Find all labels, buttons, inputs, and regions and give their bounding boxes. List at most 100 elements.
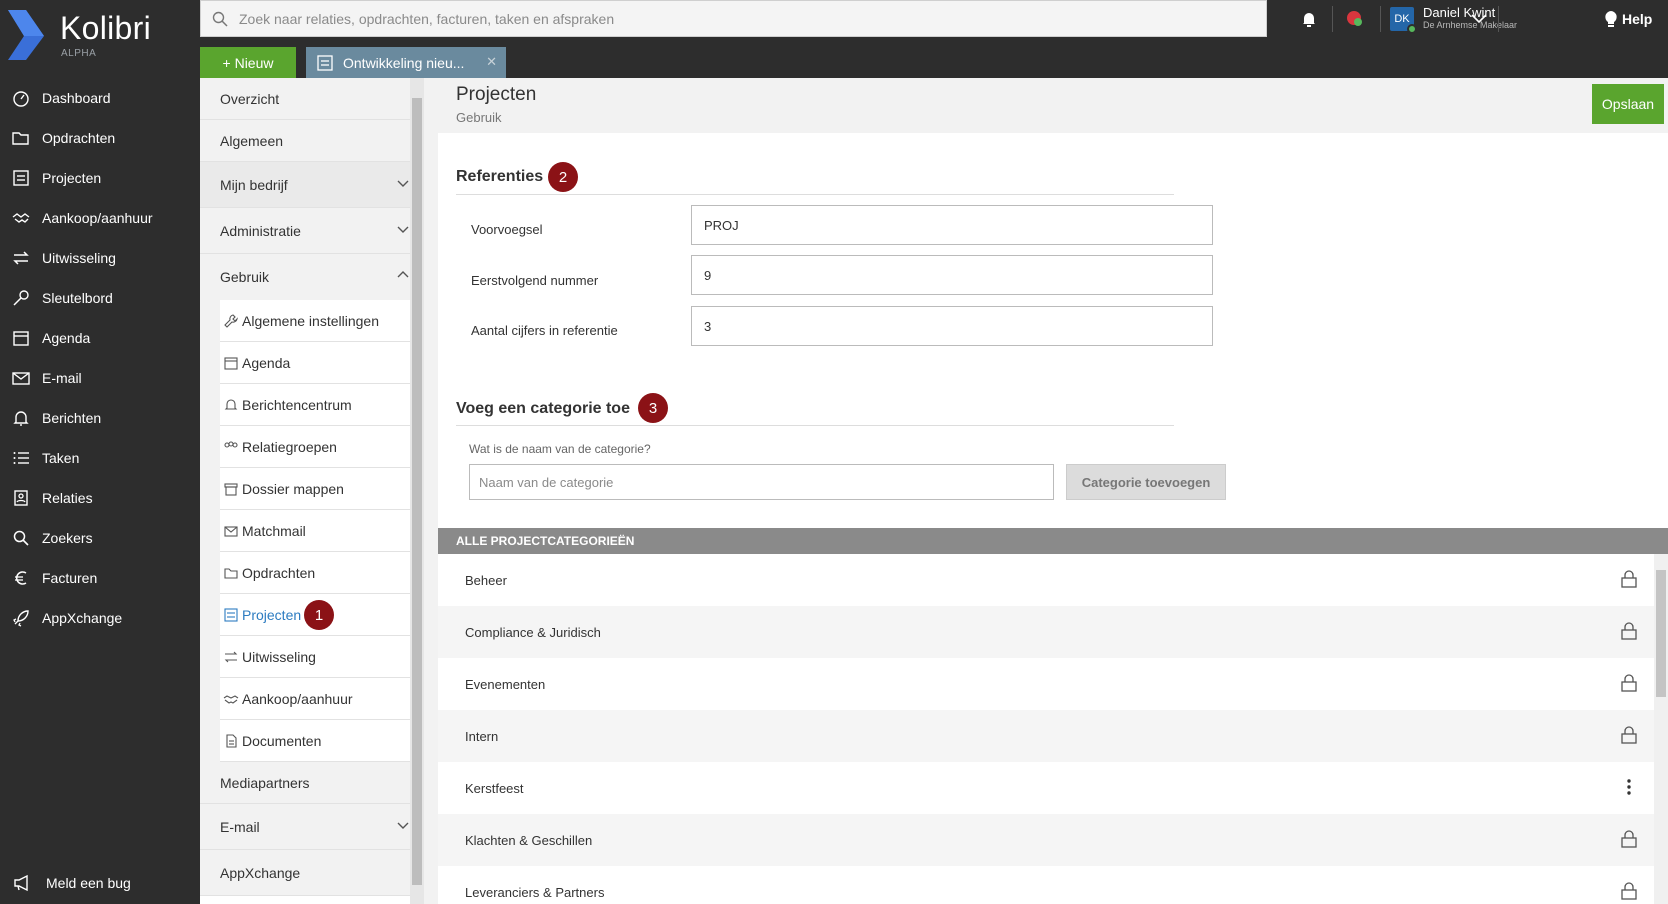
nav-item-uitwisseling[interactable]: Uitwisseling: [0, 238, 200, 278]
nav-item-aankoop-aanhuur[interactable]: Aankoop/aanhuur: [0, 198, 200, 238]
nav-item-sleutelbord[interactable]: Sleutelbord: [0, 278, 200, 318]
project-icon: [317, 54, 333, 71]
nav-item-agenda[interactable]: Agenda: [0, 318, 200, 358]
report-bug-label: Meld een bug: [46, 875, 131, 891]
settings-sidebar: Overzicht Algemeen Mijn bedrijf Administ…: [200, 78, 424, 904]
settings-scrollbar[interactable]: [410, 78, 424, 904]
next-number-input[interactable]: [691, 255, 1213, 295]
search-icon: [201, 11, 239, 27]
settings-appxchange[interactable]: AppXchange: [200, 850, 422, 896]
nav-label: Taken: [42, 450, 80, 466]
nav-item-zoekers[interactable]: Zoekers: [0, 518, 200, 558]
category-row[interactable]: Beheer: [438, 554, 1654, 606]
save-button[interactable]: Opslaan: [1592, 84, 1664, 124]
help-button[interactable]: Help: [1604, 6, 1652, 32]
chevron-down-icon: [397, 822, 409, 829]
close-icon[interactable]: ✕: [486, 54, 497, 70]
toolbar-divider: [1380, 6, 1381, 32]
tab-label: Ontwikkeling nieu...: [343, 54, 465, 71]
add-category-button[interactable]: Categorie toevoegen: [1066, 464, 1226, 500]
sub-item-opdrachten[interactable]: Opdrachten: [220, 552, 420, 594]
nav-label: Zoekers: [42, 530, 93, 546]
page-header: Projecten Gebruik Opslaan: [438, 78, 1668, 133]
category-row[interactable]: Intern: [438, 710, 1654, 762]
dashboard-icon: [0, 89, 42, 107]
tab-bar: + Nieuw Ontwikkeling nieu... ✕: [200, 38, 1668, 78]
sub-item-matchmail[interactable]: Matchmail: [220, 510, 420, 552]
report-bug-button[interactable]: Meld een bug: [0, 863, 200, 903]
categories-header: ALLE PROJECTCATEGORIEËN: [438, 528, 1668, 554]
nav-label: Uitwisseling: [42, 250, 116, 266]
callout-badge-2: 2: [548, 162, 578, 192]
submenu-indent: [200, 300, 220, 832]
more-vertical-icon[interactable]: [1621, 778, 1637, 796]
settings-algemeen[interactable]: Algemeen: [200, 120, 422, 162]
contact-icon: [0, 489, 42, 507]
categories-scrollbar[interactable]: [1654, 554, 1668, 904]
nav-item-taken[interactable]: Taken: [0, 438, 200, 478]
app-subtitle: ALPHA: [61, 48, 97, 59]
notifications-bell-icon[interactable]: [1296, 6, 1322, 32]
nav-item-email[interactable]: E-mail: [0, 358, 200, 398]
kolibri-logo[interactable]: Kolibri ALPHA: [8, 8, 198, 66]
sub-item-documenten[interactable]: Documenten: [220, 720, 420, 762]
status-indicator-icon[interactable]: [1342, 6, 1368, 32]
calendar-icon: [0, 329, 42, 347]
chevron-down-icon[interactable]: [1466, 6, 1492, 32]
nav-label: Relaties: [42, 490, 93, 506]
nav-item-projecten[interactable]: Projecten: [0, 158, 200, 198]
sub-item-algemene-instellingen[interactable]: Algemene instellingen: [220, 300, 420, 342]
page-subtitle: Gebruik: [456, 110, 502, 125]
category-row[interactable]: Evenementen: [438, 658, 1654, 710]
nav-item-berichten[interactable]: Berichten: [0, 398, 200, 438]
app-name: Kolibri: [60, 10, 152, 46]
prefix-input[interactable]: [691, 205, 1213, 245]
archive-icon: [220, 482, 242, 496]
category-row[interactable]: Compliance & Juridisch: [438, 606, 1654, 658]
lightbulb-icon: [1605, 11, 1617, 27]
rocket-icon: [0, 609, 42, 627]
settings-mediapartners[interactable]: Mediapartners: [200, 762, 422, 804]
category-row[interactable]: Kerstfeest: [438, 762, 1654, 814]
sub-item-relatiegroepen[interactable]: Relatiegroepen: [220, 426, 420, 468]
settings-email[interactable]: E-mail: [200, 804, 422, 850]
category-row[interactable]: Klachten & Geschillen: [438, 814, 1654, 866]
global-search[interactable]: [200, 0, 1267, 37]
bell-icon: [220, 398, 242, 412]
nav-item-facturen[interactable]: Facturen: [0, 558, 200, 598]
scrollbar-thumb[interactable]: [412, 98, 422, 885]
nav-label: Berichten: [42, 410, 102, 426]
settings-overzicht[interactable]: Overzicht: [200, 78, 422, 120]
search-input[interactable]: [239, 10, 1139, 27]
document-icon: [220, 733, 242, 748]
new-button[interactable]: + Nieuw: [200, 47, 296, 78]
sub-item-agenda[interactable]: Agenda: [220, 342, 420, 384]
nav-label: Facturen: [42, 570, 98, 586]
avatar: DK: [1390, 7, 1417, 34]
nav-label: Aankoop/aanhuur: [42, 210, 153, 226]
category-name-label: Wat is de naam van de categorie?: [469, 442, 651, 456]
category-name-input[interactable]: [469, 464, 1054, 500]
sub-item-berichtencentrum[interactable]: Berichtencentrum: [220, 384, 420, 426]
digit-count-label: Aantal cijfers in referentie: [471, 323, 618, 338]
nav-item-relaties[interactable]: Relaties: [0, 478, 200, 518]
scrollbar-thumb[interactable]: [1656, 570, 1666, 697]
lock-icon: [1621, 622, 1637, 640]
settings-gebruik[interactable]: Gebruik: [200, 254, 422, 300]
nav-item-appxchange[interactable]: AppXchange: [0, 598, 200, 638]
nav-item-opdrachten[interactable]: Opdrachten: [0, 118, 200, 158]
nav-item-dashboard[interactable]: Dashboard: [0, 78, 200, 118]
main-content: Projecten Gebruik Opslaan Referenties 2 …: [438, 78, 1668, 904]
settings-administratie[interactable]: Administratie: [200, 208, 422, 254]
sub-item-dossier-mappen[interactable]: Dossier mappen: [220, 468, 420, 510]
kolibri-logo-icon: [8, 10, 44, 60]
online-status-dot: [1407, 24, 1417, 34]
sub-item-uitwisseling[interactable]: Uitwisseling: [220, 636, 420, 678]
category-row[interactable]: Leveranciers & Partners: [438, 866, 1654, 904]
settings-mijn-bedrijf[interactable]: Mijn bedrijf: [200, 162, 422, 208]
callout-badge-1: 1: [304, 600, 334, 630]
digit-count-input[interactable]: [691, 306, 1213, 346]
project-icon: [220, 607, 242, 622]
tab-ontwikkeling[interactable]: Ontwikkeling nieu... ✕: [306, 47, 506, 78]
sub-item-aankoop-aanhuur[interactable]: Aankoop/aanhuur: [220, 678, 420, 720]
